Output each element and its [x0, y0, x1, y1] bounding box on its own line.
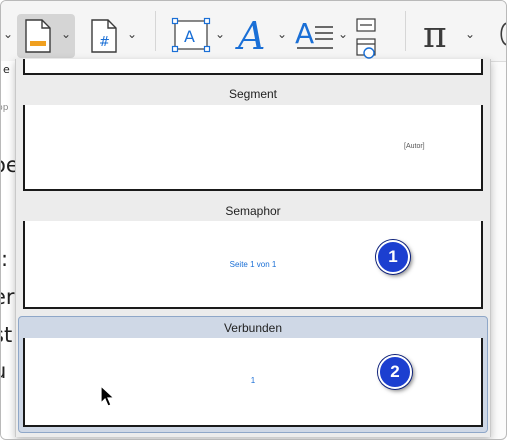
document-text: pp [1, 103, 9, 113]
page-number-preview: Seite 1 von 1 [229, 260, 277, 269]
footer-gallery-dropdown: Segment [Autor] Semaphor Seite 1 von 1 V… [15, 59, 491, 437]
chevron-down-icon[interactable]: ⌄ [277, 27, 287, 41]
gallery-preview-semaphor[interactable]: Seite 1 von 1 [23, 221, 483, 309]
equation-glyph: π [423, 15, 447, 55]
document-text: e [3, 63, 10, 76]
drop-cap-glyph: A [295, 17, 314, 50]
chevron-down-icon[interactable]: ⌄ [215, 27, 225, 41]
chevron-down-icon[interactable]: ⌄ [465, 27, 475, 41]
document-text: st [1, 323, 13, 347]
text-box-glyph: A [184, 27, 195, 46]
gallery-item-label: Segment [228, 87, 278, 101]
word-art-glyph: A [235, 15, 265, 55]
cursor-icon [100, 385, 116, 407]
page-number-icon[interactable]: # [91, 19, 117, 53]
ribbon-divider [155, 11, 156, 51]
app-window: ⌄ ⌄ # ⌄ A ⌄ A ⌄ A ⌄ π ⌄ e p: r t Segmen… [0, 0, 507, 440]
insert-ribbon: ⌄ ⌄ # ⌄ A ⌄ A ⌄ A ⌄ π ⌄ [1, 1, 506, 62]
page-header-icon [25, 19, 51, 53]
gallery-item-label: Verbunden [223, 321, 283, 335]
document-text: : [1, 247, 9, 271]
gallery-preview-segment[interactable]: [Autor] [23, 105, 483, 191]
gallery-preview-partial[interactable] [23, 59, 483, 75]
gallery-item-verbunden[interactable]: Verbunden 1 [18, 316, 488, 433]
page-number-preview: 1 [250, 376, 256, 385]
gallery-preview-verbunden[interactable]: 1 [23, 338, 483, 427]
symbol-icon[interactable] [497, 19, 507, 49]
callout-badge: 1 [376, 240, 410, 274]
drop-cap-icon[interactable]: A [295, 15, 335, 53]
chevron-down-icon[interactable]: ⌄ [61, 27, 71, 41]
ribbon-divider [405, 11, 406, 51]
gallery-item-label: Semaphor [225, 204, 281, 218]
chevron-down-icon[interactable]: ⌄ [127, 27, 137, 41]
document-text: er [1, 285, 15, 309]
chevron-down-icon[interactable]: ⌄ [338, 27, 348, 41]
text-box-icon[interactable]: A [171, 17, 211, 53]
pi-icon[interactable]: π [421, 15, 461, 55]
word-art-icon[interactable]: A [235, 15, 275, 55]
callout-badge: 2 [378, 355, 412, 389]
chevron-down-icon[interactable]: ⌄ [3, 27, 13, 41]
document-text: u [1, 359, 6, 383]
date-time-icon[interactable] [355, 17, 377, 59]
page-number-glyph: # [99, 35, 110, 50]
author-placeholder: [Autor] [404, 143, 425, 150]
